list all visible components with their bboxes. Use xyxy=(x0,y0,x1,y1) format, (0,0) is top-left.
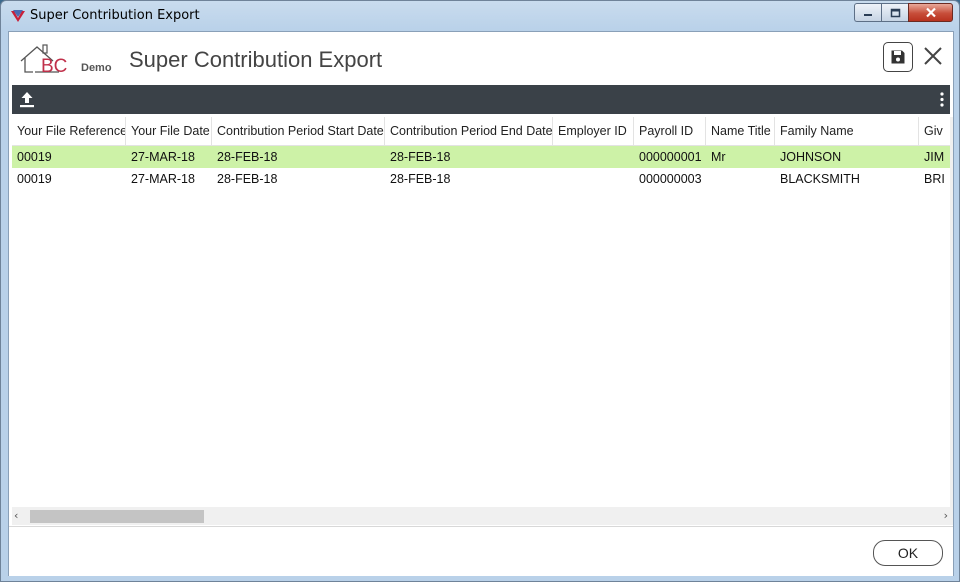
table-cell: BLACKSMITH xyxy=(780,172,860,186)
table-cell: 28-FEB-18 xyxy=(217,172,278,186)
vertical-scrollbar[interactable] xyxy=(950,117,953,525)
column-header[interactable]: Name Title xyxy=(706,117,775,145)
table-cell: BRI xyxy=(924,172,945,186)
window-title: Super Contribution Export xyxy=(30,8,200,23)
grid-header: Your File Reference Your File Date Contrib… xyxy=(12,117,950,146)
save-button[interactable] xyxy=(883,42,913,72)
dialog-header: BC Demo Super Contribution Export xyxy=(9,32,953,84)
column-header[interactable]: Contribution Period End Date xyxy=(385,117,553,145)
table-cell: JOHNSON xyxy=(780,150,842,164)
data-grid: Your File Reference Your File Date Contrib… xyxy=(12,117,950,525)
scroll-left-icon[interactable]: ‹ xyxy=(14,510,24,522)
scrollbar-thumb[interactable] xyxy=(30,510,204,523)
column-header[interactable]: Employer ID xyxy=(553,117,634,145)
logo-tag: Demo xyxy=(81,62,112,74)
column-header[interactable]: Giv xyxy=(919,117,950,145)
app-window: Super Contribution Export BC Demo Super … xyxy=(0,0,960,582)
maximize-icon xyxy=(890,8,900,17)
table-cell: 28-FEB-18 xyxy=(390,172,451,186)
logo-text: BC xyxy=(41,56,68,77)
table-cell xyxy=(553,168,634,190)
ok-button[interactable]: OK xyxy=(873,540,943,566)
table-cell: 28-FEB-18 xyxy=(217,150,278,164)
table-cell: 27-MAR-18 xyxy=(131,150,195,164)
table-cell xyxy=(706,168,775,190)
company-logo: BC Demo xyxy=(19,41,112,77)
table-cell: JIM xyxy=(924,150,945,164)
table-cell: 00019 xyxy=(17,172,52,186)
dialog-footer: OK xyxy=(9,526,953,576)
page-title: Super Contribution Export xyxy=(129,47,383,72)
window-close-button[interactable] xyxy=(908,3,953,22)
maximize-button[interactable] xyxy=(881,3,908,22)
table-cell: 000000001 xyxy=(639,150,702,164)
title-bar: Super Contribution Export xyxy=(1,1,959,31)
column-header[interactable]: Your File Reference xyxy=(12,117,126,145)
save-icon xyxy=(891,50,905,64)
table-cell: 28-FEB-18 xyxy=(390,150,451,164)
scroll-right-icon[interactable]: › xyxy=(938,510,948,522)
dialog-close-icon[interactable] xyxy=(922,45,944,67)
column-header[interactable]: Your File Date xyxy=(126,117,212,145)
minimize-button[interactable] xyxy=(854,3,881,22)
table-cell: 27-MAR-18 xyxy=(131,172,195,186)
column-header[interactable]: Payroll ID xyxy=(634,117,706,145)
table-row[interactable]: 00019 27-MAR-18 28-FEB-18 28-FEB-18 00000000… xyxy=(12,168,950,190)
table-cell: 00019 xyxy=(17,150,52,164)
close-icon xyxy=(925,7,936,18)
window-controls xyxy=(854,3,953,22)
table-cell: Mr xyxy=(711,150,726,164)
minimize-icon xyxy=(864,13,872,16)
toolbar xyxy=(12,85,950,114)
column-header[interactable]: Contribution Period Start Date xyxy=(212,117,385,145)
table-cell: 000000003 xyxy=(639,172,702,186)
table-cell xyxy=(553,146,634,168)
app-logo-icon xyxy=(11,10,25,22)
upload-icon[interactable] xyxy=(18,90,36,109)
dialog-client-area: BC Demo Super Contribution Export Your F… xyxy=(8,31,954,576)
table-row[interactable]: 00019 27-MAR-18 28-FEB-18 28-FEB-18 00000000… xyxy=(12,146,950,168)
horizontal-scrollbar[interactable]: ‹ › xyxy=(12,507,950,525)
more-vertical-icon[interactable] xyxy=(938,90,946,109)
column-header[interactable]: Family Name xyxy=(775,117,919,145)
